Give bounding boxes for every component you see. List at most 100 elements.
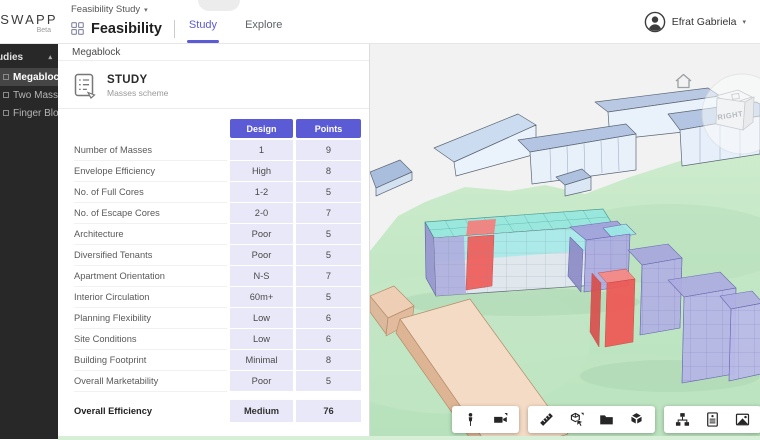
points-cell: 6: [296, 308, 361, 329]
table-row: Planning Flexibility Low 6: [74, 308, 361, 329]
study-card-header: STUDY Masses scheme: [58, 61, 369, 109]
person-walk-icon[interactable]: [463, 412, 478, 427]
app-window: SWAPP Beta Feasibility Study ▾ Feasibili…: [0, 0, 760, 440]
cube-icon: [3, 74, 9, 80]
toolbar-group-tools: [528, 406, 655, 433]
report-icon[interactable]: [705, 412, 720, 427]
cube-icon: [3, 110, 9, 116]
table-row: Architecture Poor 5: [74, 224, 361, 245]
cube-icon: [3, 92, 9, 98]
brand-name: SWAPP: [0, 12, 58, 27]
points-cell: 6: [296, 329, 361, 350]
points-cell: 5: [296, 224, 361, 245]
table-row: Building Footprint Minimal 8: [74, 350, 361, 371]
row-label: No. of Full Cores: [74, 182, 227, 203]
project-selector[interactable]: Feasibility Study ▾: [71, 4, 308, 15]
sidebar-item[interactable]: Two Mass: [0, 86, 58, 104]
study-table: Design Points Number of Masses 1 9 Envel…: [58, 109, 369, 422]
row-label: Envelope Efficiency: [74, 161, 227, 182]
hierarchy-icon[interactable]: [675, 412, 690, 427]
design-cell: 60m+: [230, 287, 293, 308]
sidebar-item-label: Two Mass: [13, 90, 58, 101]
row-label: Site Conditions: [74, 329, 227, 350]
design-cell: N-S: [230, 266, 293, 287]
toolbar-group-navigation: [452, 406, 519, 433]
design-cell: 1: [230, 140, 293, 161]
tab[interactable]: Explore: [243, 16, 284, 41]
studies-sidebar: Studies ▴ Megablock Two Mass Finger Bloc…: [0, 44, 58, 439]
points-cell: 7: [296, 203, 361, 224]
table-body: Number of Masses 1 9 Envelope Efficiency…: [74, 140, 361, 392]
toolbar-group-outputs: [664, 406, 760, 433]
chevron-down-icon: ▾: [742, 18, 746, 26]
table-row: Apartment Orientation N-S 7: [74, 266, 361, 287]
image-export-icon[interactable]: [735, 412, 750, 427]
design-cell: Minimal: [230, 350, 293, 371]
select-object-icon[interactable]: [569, 412, 584, 427]
tab-bar: Study Explore: [187, 16, 308, 41]
table-row: Diversified Tenants Poor 5: [74, 245, 361, 266]
top-header: SWAPP Beta Feasibility Study ▾ Feasibili…: [0, 0, 760, 44]
column-header-points: Points: [296, 119, 361, 138]
points-cell: 9: [296, 140, 361, 161]
decor-arc: [198, 0, 240, 11]
table-row: No. of Full Cores 1-2 5: [74, 182, 361, 203]
points-cell: 8: [296, 350, 361, 371]
sidebar-item-label: Megablock: [13, 72, 58, 83]
ground-strip: [58, 436, 760, 440]
viewport-toolbar: [452, 406, 760, 433]
sidebar-item-label: Finger Block: [13, 108, 58, 119]
points-cell: 5: [296, 287, 361, 308]
points-cell: 7: [296, 266, 361, 287]
sidebar-list: Megablock Two Mass Finger Block: [0, 68, 58, 122]
chevron-down-icon: ▾: [144, 6, 148, 14]
row-label: Planning Flexibility: [74, 308, 227, 329]
summary-label: Overall Efficiency: [74, 400, 227, 422]
row-label: No. of Escape Cores: [74, 203, 227, 224]
user-menu[interactable]: Efrat Gabriela ▾: [644, 0, 746, 43]
row-label: Building Footprint: [74, 350, 227, 371]
design-cell: High: [230, 161, 293, 182]
design-cell: Poor: [230, 371, 293, 392]
row-label: Diversified Tenants: [74, 245, 227, 266]
3d-viewport[interactable]: RIGHT: [370, 44, 760, 439]
points-cell: 5: [296, 182, 361, 203]
summary-row: Overall Efficiency Medium 76: [74, 400, 361, 422]
chevron-up-icon: ▴: [48, 53, 52, 61]
sidebar-item[interactable]: Megablock: [0, 68, 58, 86]
column-header-design: Design: [230, 119, 293, 138]
video-camera-icon[interactable]: [493, 412, 508, 427]
table-row: Overall Marketability Poor 5: [74, 371, 361, 392]
grid-icon: [71, 22, 84, 35]
design-cell: Low: [230, 308, 293, 329]
summary-design-cell: Medium: [230, 400, 293, 422]
axon-cube-icon[interactable]: [629, 412, 644, 427]
app-name: Feasibility: [91, 21, 162, 37]
table-row: Interior Circulation 60m+ 5: [74, 287, 361, 308]
points-cell: 5: [296, 371, 361, 392]
table-row: No. of Escape Cores 2-0 7: [74, 203, 361, 224]
folder-icon[interactable]: [599, 412, 614, 427]
user-name: Efrat Gabriela: [672, 16, 737, 28]
sidebar-header-label: Studies: [0, 52, 23, 63]
table-row: Envelope Efficiency High 8: [74, 161, 361, 182]
avatar-icon: [644, 11, 666, 33]
design-cell: Poor: [230, 224, 293, 245]
design-cell: Poor: [230, 245, 293, 266]
brand-beta: Beta: [37, 27, 51, 34]
3d-canvas[interactable]: RIGHT: [370, 44, 760, 439]
row-label: Architecture: [74, 224, 227, 245]
sidebar-header[interactable]: Studies ▴: [0, 48, 58, 66]
measure-icon[interactable]: [539, 412, 554, 427]
breadcrumb: Megablock: [58, 44, 369, 61]
row-label: Number of Masses: [74, 140, 227, 161]
study-subtitle: Masses scheme: [107, 88, 168, 98]
design-cell: 1-2: [230, 182, 293, 203]
tab[interactable]: Study: [187, 16, 219, 41]
table-row: Number of Masses 1 9: [74, 140, 361, 161]
design-cell: Low: [230, 329, 293, 350]
sidebar-item[interactable]: Finger Block: [0, 104, 58, 122]
divider: [174, 20, 175, 38]
study-title: STUDY: [107, 74, 168, 86]
massing-red-core: [590, 269, 635, 347]
